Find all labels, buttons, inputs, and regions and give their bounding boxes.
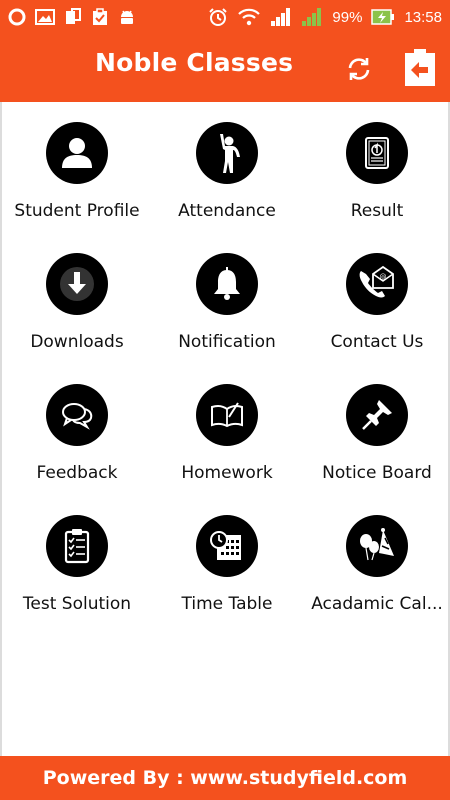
menu-label: Acadamic Cal... xyxy=(311,594,443,614)
open-book-icon xyxy=(196,384,258,446)
menu-result[interactable]: Result xyxy=(302,120,450,251)
refresh-icon xyxy=(345,55,373,83)
menu-label: Notice Board xyxy=(322,463,432,483)
menu-grid: Student Profile Attendance Result Downlo… xyxy=(2,120,450,644)
phone-mail-icon: @ xyxy=(346,253,408,315)
menu-label: Notification xyxy=(178,332,276,352)
report-card-icon xyxy=(346,122,408,184)
signal-2-icon xyxy=(301,7,323,27)
menu-label: Homework xyxy=(181,463,273,483)
status-bar: 99% 13:58 xyxy=(0,0,450,34)
battery-charging-icon xyxy=(371,9,395,25)
menu-test-solution[interactable]: Test Solution xyxy=(2,513,152,644)
raised-hand-person-icon xyxy=(196,122,258,184)
wifi-icon xyxy=(237,8,261,26)
menu-feedback[interactable]: Feedback xyxy=(2,382,152,513)
android-icon xyxy=(118,8,136,26)
menu-contact-us[interactable]: @ Contact Us xyxy=(302,251,450,382)
menu-notification[interactable]: Notification xyxy=(152,251,302,382)
alarm-icon xyxy=(208,7,228,27)
menu-notice-board[interactable]: Notice Board xyxy=(302,382,450,513)
menu-time-table[interactable]: Time Table xyxy=(152,513,302,644)
menu-label: Result xyxy=(350,201,404,221)
main-content: Student Profile Attendance Result Downlo… xyxy=(0,102,450,756)
menu-label: Time Table xyxy=(181,594,273,614)
menu-label: Downloads xyxy=(30,332,124,352)
bell-icon xyxy=(196,253,258,315)
menu-academic-calendar[interactable]: Acadamic Cal... xyxy=(302,513,450,644)
sim-icon xyxy=(64,8,82,26)
clock-calendar-icon xyxy=(196,515,258,577)
status-bar-left xyxy=(8,8,136,26)
powered-by-text[interactable]: Powered By : www.studyfield.com xyxy=(43,767,408,789)
menu-homework[interactable]: Homework xyxy=(152,382,302,513)
app-bar: Noble Classes xyxy=(0,34,450,102)
clipboard-icon xyxy=(91,8,109,26)
user-icon xyxy=(46,122,108,184)
menu-label: Test Solution xyxy=(22,594,132,614)
menu-label: Attendance xyxy=(178,201,276,221)
status-bar-right: 99% 13:58 xyxy=(208,7,442,27)
menu-attendance[interactable]: Attendance xyxy=(152,120,302,251)
signal-icon xyxy=(270,7,292,27)
menu-student-profile[interactable]: Student Profile xyxy=(2,120,152,251)
logout-icon xyxy=(404,49,436,87)
status-time: 13:58 xyxy=(404,8,442,26)
opera-icon xyxy=(8,8,26,26)
download-arrow-icon xyxy=(46,253,108,315)
gallery-icon xyxy=(35,9,55,25)
party-balloons-icon xyxy=(346,515,408,577)
menu-label: Contact Us xyxy=(330,332,424,352)
menu-label: Feedback xyxy=(36,463,118,483)
svg-text:@: @ xyxy=(380,273,387,281)
menu-label: Student Profile xyxy=(14,201,140,221)
pushpin-icon xyxy=(346,384,408,446)
app-title: Noble Classes xyxy=(95,48,294,77)
checklist-clipboard-icon xyxy=(46,515,108,577)
logout-button[interactable] xyxy=(403,48,437,88)
battery-percent: 99% xyxy=(332,8,363,26)
refresh-button[interactable] xyxy=(342,52,376,86)
chat-bubbles-icon xyxy=(46,384,108,446)
menu-downloads[interactable]: Downloads xyxy=(2,251,152,382)
footer: Powered By : www.studyfield.com xyxy=(0,756,450,800)
